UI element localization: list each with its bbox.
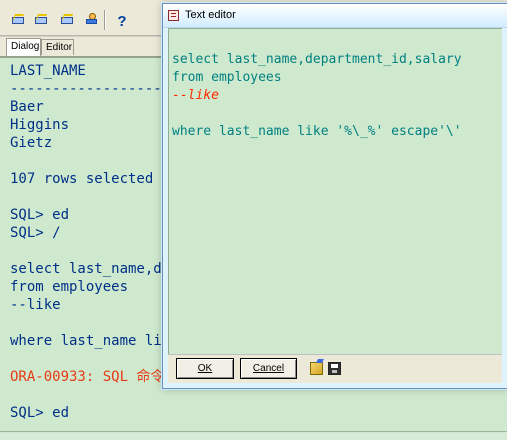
toolbar-button-sql[interactable] <box>31 10 51 28</box>
editor-code-line: select last_name,department_id,salary <box>172 52 462 67</box>
text-editor-dialog[interactable]: Text editor select last_name,department_… <box>162 3 507 389</box>
output-line: Higgins <box>10 117 70 133</box>
window-title: Text editor <box>185 9 236 21</box>
help-button[interactable]: ? <box>112 12 132 30</box>
output-line: SQL> ed <box>10 207 70 223</box>
output-line: -------------------- <box>10 81 179 97</box>
ok-button[interactable]: OK <box>176 358 234 379</box>
help-label: ? <box>117 12 127 30</box>
bottom-divider <box>0 431 507 432</box>
output-line: where last_name lik <box>10 333 171 349</box>
toolbar-button-user[interactable] <box>81 10 101 28</box>
output-line: 107 rows selected <box>10 171 154 187</box>
cancel-button[interactable]: Cancel <box>240 358 297 379</box>
output-line: Gietz <box>10 135 53 151</box>
output-line: LAST_NAME <box>10 63 86 79</box>
tab-editor-label: Editor <box>46 42 73 53</box>
tab-editor[interactable]: Editor <box>41 39 74 55</box>
editor-comment-line: --like <box>172 88 219 103</box>
output-line: --like <box>10 297 61 313</box>
output-line: from employees <box>10 279 129 295</box>
dialog-footer: OK Cancel <box>168 354 502 383</box>
run-icon <box>60 12 75 26</box>
output-line: SQL> / <box>10 225 61 241</box>
editor-code-line: where last_name like '%\_%' escape'\' <box>172 124 462 139</box>
title-bar[interactable]: Text editor <box>163 4 507 28</box>
sql-icon <box>34 12 49 26</box>
text-editor-icon <box>168 10 179 21</box>
editor-code-line: from employees <box>172 70 282 85</box>
disk-icon <box>11 12 26 26</box>
save-icon[interactable] <box>328 362 341 375</box>
tab-dialog[interactable]: Dialog <box>6 38 41 56</box>
folder-open-icon[interactable] <box>310 362 323 375</box>
toolbar-button-run[interactable] <box>57 10 77 28</box>
output-line: SQL> ed <box>10 405 70 421</box>
error-line: ORA-00933: SQL 命令 <box>10 369 165 385</box>
toolbar-button-connect[interactable] <box>8 10 28 28</box>
horizontal-scrollbar[interactable] <box>0 433 507 440</box>
sqlplus-window: ? Dialog Editor LAST_NAME --------------… <box>0 0 507 440</box>
tab-dialog-label: Dialog <box>11 41 40 52</box>
user-icon <box>84 12 99 26</box>
editor-text-area[interactable]: select last_name,department_id,salary fr… <box>168 28 502 355</box>
output-line: Baer <box>10 99 44 115</box>
output-line: select last_name,de <box>10 261 171 277</box>
toolbar-separator <box>104 10 105 30</box>
